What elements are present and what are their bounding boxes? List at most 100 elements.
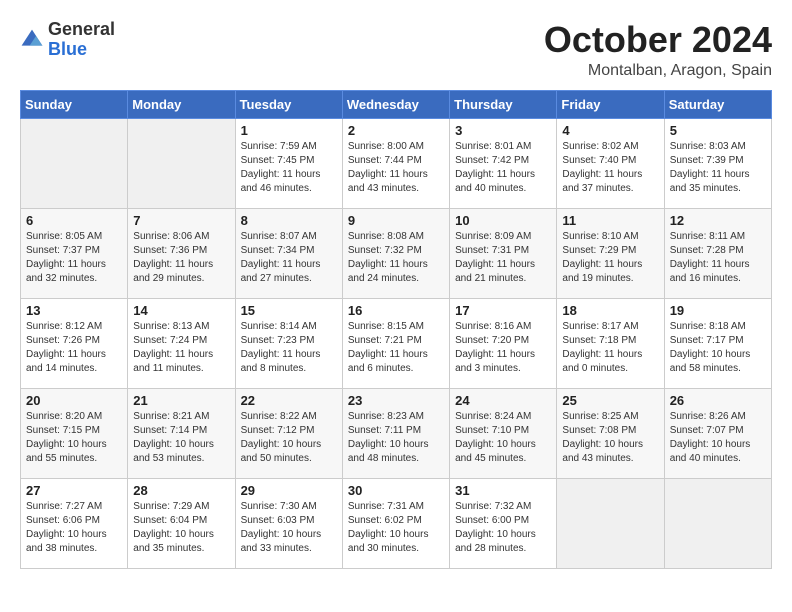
column-header-monday: Monday (128, 90, 235, 118)
calendar-cell: 27 Sunrise: 7:27 AM Sunset: 6:06 PM Dayli… (21, 478, 128, 568)
day-number: 27 (26, 483, 122, 498)
calendar-cell: 28Sunrise: 7:29 AM Sunset: 6:04 PM Dayli… (128, 478, 235, 568)
day-info: Sunrise: 8:07 AM Sunset: 7:34 PM Dayligh… (241, 230, 337, 286)
month-title: October 2024 (544, 20, 772, 60)
calendar-cell: 3 Sunrise: 8:01 AM Sunset: 7:42 PM Daylig… (450, 118, 557, 208)
calendar-cell: 10 Sunrise: 8:09 AM Sunset: 7:31 PM Dayli… (450, 208, 557, 298)
column-header-sunday: Sunday (21, 90, 128, 118)
calendar-cell: 26 Sunrise: 8:26 AM Sunset: 7:07 PM Dayli… (664, 388, 771, 478)
day-number: 23 (348, 393, 444, 408)
day-info: Sunrise: 8:17 AM Sunset: 7:18 PM Dayligh… (562, 320, 658, 376)
day-info: Sunrise: 8:12 AM Sunset: 7:26 PM Dayligh… (26, 320, 122, 376)
day-number: 6 (26, 213, 122, 228)
calendar-cell: 15Sunrise: 8:14 AM Sunset: 7:23 PM Dayli… (235, 298, 342, 388)
calendar-cell: 14Sunrise: 8:13 AM Sunset: 7:24 PM Dayli… (128, 298, 235, 388)
calendar-cell: 6 Sunrise: 8:05 AM Sunset: 7:37 PM Daylig… (21, 208, 128, 298)
calendar-cell (664, 478, 771, 568)
logo-general-label: General (48, 20, 115, 40)
calendar-week-row: 13 Sunrise: 8:12 AM Sunset: 7:26 PM Dayli… (21, 298, 772, 388)
day-number: 20 (26, 393, 122, 408)
day-info: Sunrise: 8:03 AM Sunset: 7:39 PM Dayligh… (670, 140, 766, 196)
day-info: Sunrise: 7:31 AM Sunset: 6:02 PM Dayligh… (348, 500, 444, 556)
calendar-header-row: SundayMondayTuesdayWednesdayThursdayFrid… (21, 90, 772, 118)
column-header-wednesday: Wednesday (342, 90, 449, 118)
day-info: Sunrise: 8:08 AM Sunset: 7:32 PM Dayligh… (348, 230, 444, 286)
calendar-cell: 17 Sunrise: 8:16 AM Sunset: 7:20 PM Dayli… (450, 298, 557, 388)
title-area: October 2024 Montalban, Aragon, Spain (544, 20, 772, 80)
day-number: 2 (348, 123, 444, 138)
day-number: 17 (455, 303, 551, 318)
calendar-week-row: 6 Sunrise: 8:05 AM Sunset: 7:37 PM Daylig… (21, 208, 772, 298)
calendar-week-row: 20 Sunrise: 8:20 AM Sunset: 7:15 PM Dayli… (21, 388, 772, 478)
column-header-tuesday: Tuesday (235, 90, 342, 118)
page-header: General Blue October 2024 Montalban, Ara… (20, 20, 772, 80)
calendar-cell: 21 Sunrise: 8:21 AM Sunset: 7:14 PM Dayli… (128, 388, 235, 478)
day-info: Sunrise: 8:00 AM Sunset: 7:44 PM Dayligh… (348, 140, 444, 196)
day-number: 26 (670, 393, 766, 408)
day-info: Sunrise: 8:20 AM Sunset: 7:15 PM Dayligh… (26, 410, 122, 466)
day-number: 25 (562, 393, 658, 408)
location-title: Montalban, Aragon, Spain (544, 62, 772, 80)
day-number: 24 (455, 393, 551, 408)
calendar-cell: 13 Sunrise: 8:12 AM Sunset: 7:26 PM Dayli… (21, 298, 128, 388)
day-info: Sunrise: 7:27 AM Sunset: 6:06 PM Dayligh… (26, 500, 122, 556)
calendar-cell: 16 Sunrise: 8:15 AM Sunset: 7:21 PM Dayli… (342, 298, 449, 388)
calendar-cell (21, 118, 128, 208)
day-number: 19 (670, 303, 766, 318)
calendar-cell: 29Sunrise: 7:30 AM Sunset: 6:03 PM Dayli… (235, 478, 342, 568)
day-number: 8 (241, 213, 337, 228)
day-info: Sunrise: 7:30 AM Sunset: 6:03 PM Dayligh… (241, 500, 337, 556)
day-info: Sunrise: 8:16 AM Sunset: 7:20 PM Dayligh… (455, 320, 551, 376)
day-info: Sunrise: 8:10 AM Sunset: 7:29 PM Dayligh… (562, 230, 658, 286)
calendar-week-row: 27 Sunrise: 7:27 AM Sunset: 6:06 PM Dayli… (21, 478, 772, 568)
logo-text: General Blue (48, 20, 115, 60)
logo-icon (20, 28, 44, 52)
calendar-cell: 24 Sunrise: 8:24 AM Sunset: 7:10 PM Dayli… (450, 388, 557, 478)
day-number: 3 (455, 123, 551, 138)
day-number: 10 (455, 213, 551, 228)
day-info: Sunrise: 7:32 AM Sunset: 6:00 PM Dayligh… (455, 500, 551, 556)
day-number: 9 (348, 213, 444, 228)
logo-blue-label: Blue (48, 40, 115, 60)
day-info: Sunrise: 8:01 AM Sunset: 7:42 PM Dayligh… (455, 140, 551, 196)
day-info: Sunrise: 8:24 AM Sunset: 7:10 PM Dayligh… (455, 410, 551, 466)
day-number: 22 (241, 393, 337, 408)
day-info: Sunrise: 8:25 AM Sunset: 7:08 PM Dayligh… (562, 410, 658, 466)
day-info: Sunrise: 8:21 AM Sunset: 7:14 PM Dayligh… (133, 410, 229, 466)
day-info: Sunrise: 8:22 AM Sunset: 7:12 PM Dayligh… (241, 410, 337, 466)
day-info: Sunrise: 7:29 AM Sunset: 6:04 PM Dayligh… (133, 500, 229, 556)
day-number: 13 (26, 303, 122, 318)
logo: General Blue (20, 20, 115, 60)
day-number: 21 (133, 393, 229, 408)
day-number: 16 (348, 303, 444, 318)
day-info: Sunrise: 8:15 AM Sunset: 7:21 PM Dayligh… (348, 320, 444, 376)
day-info: Sunrise: 8:14 AM Sunset: 7:23 PM Dayligh… (241, 320, 337, 376)
calendar-cell: 9 Sunrise: 8:08 AM Sunset: 7:32 PM Daylig… (342, 208, 449, 298)
day-info: Sunrise: 8:06 AM Sunset: 7:36 PM Dayligh… (133, 230, 229, 286)
day-number: 31 (455, 483, 551, 498)
day-number: 7 (133, 213, 229, 228)
day-info: Sunrise: 8:13 AM Sunset: 7:24 PM Dayligh… (133, 320, 229, 376)
day-info: Sunrise: 7:59 AM Sunset: 7:45 PM Dayligh… (241, 140, 337, 196)
day-number: 12 (670, 213, 766, 228)
calendar-cell: 22 Sunrise: 8:22 AM Sunset: 7:12 PM Dayli… (235, 388, 342, 478)
calendar-cell: 2 Sunrise: 8:00 AM Sunset: 7:44 PM Daylig… (342, 118, 449, 208)
day-info: Sunrise: 8:09 AM Sunset: 7:31 PM Dayligh… (455, 230, 551, 286)
calendar-cell: 7 Sunrise: 8:06 AM Sunset: 7:36 PM Daylig… (128, 208, 235, 298)
day-info: Sunrise: 8:26 AM Sunset: 7:07 PM Dayligh… (670, 410, 766, 466)
calendar-cell: 25 Sunrise: 8:25 AM Sunset: 7:08 PM Dayli… (557, 388, 664, 478)
column-header-friday: Friday (557, 90, 664, 118)
calendar-cell: 1Sunrise: 7:59 AM Sunset: 7:45 PM Daylig… (235, 118, 342, 208)
calendar-cell: 23Sunrise: 8:23 AM Sunset: 7:11 PM Dayli… (342, 388, 449, 478)
calendar-cell (557, 478, 664, 568)
calendar-cell: 12 Sunrise: 8:11 AM Sunset: 7:28 PM Dayli… (664, 208, 771, 298)
day-number: 4 (562, 123, 658, 138)
calendar-table: SundayMondayTuesdayWednesdayThursdayFrid… (20, 90, 772, 569)
calendar-cell: 20 Sunrise: 8:20 AM Sunset: 7:15 PM Dayli… (21, 388, 128, 478)
day-number: 11 (562, 213, 658, 228)
day-info: Sunrise: 8:05 AM Sunset: 7:37 PM Dayligh… (26, 230, 122, 286)
calendar-cell: 8 Sunrise: 8:07 AM Sunset: 7:34 PM Daylig… (235, 208, 342, 298)
day-number: 18 (562, 303, 658, 318)
day-info: Sunrise: 8:11 AM Sunset: 7:28 PM Dayligh… (670, 230, 766, 286)
day-info: Sunrise: 8:18 AM Sunset: 7:17 PM Dayligh… (670, 320, 766, 376)
